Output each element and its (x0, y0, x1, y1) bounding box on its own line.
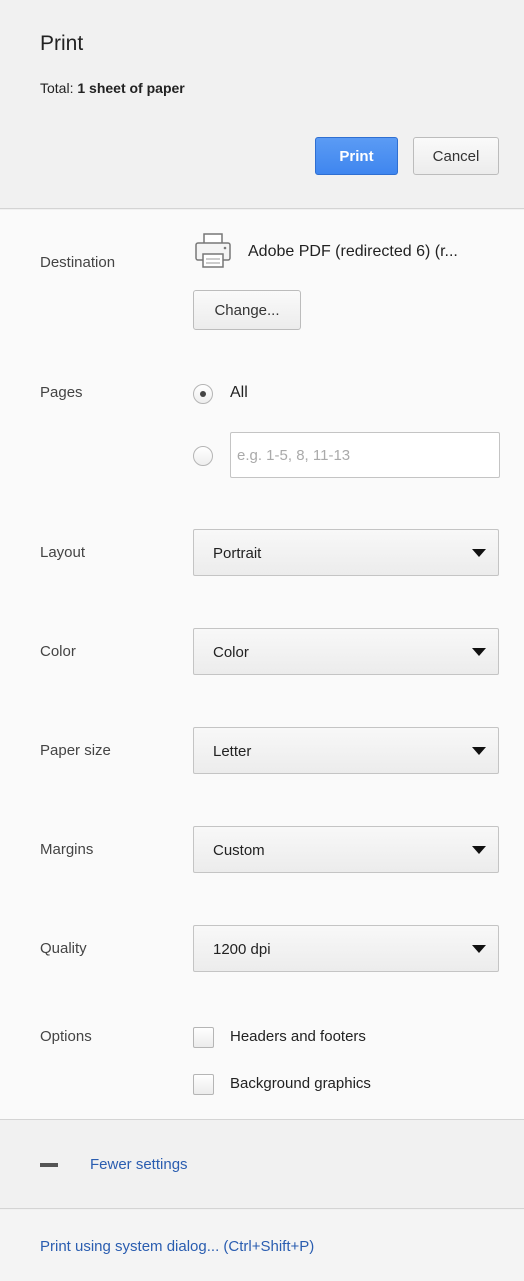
destination-label: Destination (40, 254, 116, 271)
headers-footers-checkbox[interactable] (193, 1027, 214, 1048)
footer: Print using system dialog... (Ctrl+Shift… (0, 1210, 524, 1281)
chevron-down-icon (472, 549, 486, 557)
pages-range-input[interactable] (230, 432, 500, 478)
layout-label: Layout (40, 544, 86, 561)
margins-select[interactable]: Custom (193, 826, 499, 873)
sheet-summary: Total: 1 sheet of paper (40, 80, 185, 96)
print-button[interactable]: Print (315, 137, 398, 175)
color-label: Color (40, 643, 76, 660)
chevron-down-icon (472, 747, 486, 755)
fewer-settings-row[interactable]: Fewer settings (0, 1121, 524, 1209)
change-destination-button[interactable]: Change... (193, 290, 301, 330)
settings-panel: Destination Adobe PDF (redirected 6) (r.… (0, 210, 524, 1120)
chevron-down-icon (472, 945, 486, 953)
color-select[interactable]: Color (193, 628, 499, 675)
quality-select[interactable]: 1200 dpi (193, 925, 499, 972)
pages-label: Pages (40, 384, 83, 401)
chevron-down-icon (472, 846, 486, 854)
pages-all-label: All (230, 384, 248, 401)
layout-value: Portrait (213, 545, 262, 562)
paper-size-value: Letter (213, 743, 252, 760)
margins-label: Margins (40, 841, 94, 858)
background-graphics-label: Background graphics (230, 1075, 371, 1092)
printer-icon (195, 233, 231, 268)
summary-count: 1 sheet of paper (77, 80, 185, 96)
cancel-button[interactable]: Cancel (413, 137, 499, 175)
pages-all-radio[interactable] (193, 384, 213, 404)
background-graphics-checkbox[interactable] (193, 1074, 214, 1095)
summary-prefix: Total: (40, 80, 78, 96)
minus-icon (40, 1163, 58, 1167)
layout-select[interactable]: Portrait (193, 529, 499, 576)
options-label: Options (40, 1028, 92, 1045)
chevron-down-icon (472, 648, 486, 656)
pages-custom-radio[interactable] (193, 446, 213, 466)
fewer-settings-link[interactable]: Fewer settings (90, 1156, 188, 1173)
paper-size-select[interactable]: Letter (193, 727, 499, 774)
headers-footers-label: Headers and footers (230, 1028, 366, 1045)
dialog-title: Print (40, 32, 84, 55)
quality-value: 1200 dpi (213, 941, 271, 958)
system-dialog-link[interactable]: Print using system dialog... (Ctrl+Shift… (40, 1238, 314, 1255)
paper-size-label: Paper size (40, 742, 111, 759)
color-value: Color (213, 644, 249, 661)
destination-printer-name: Adobe PDF (redirected 6) (r... (248, 243, 458, 260)
quality-label: Quality (40, 940, 87, 957)
margins-value: Custom (213, 842, 265, 859)
print-header: Print Total: 1 sheet of paper Print Canc… (0, 0, 524, 209)
